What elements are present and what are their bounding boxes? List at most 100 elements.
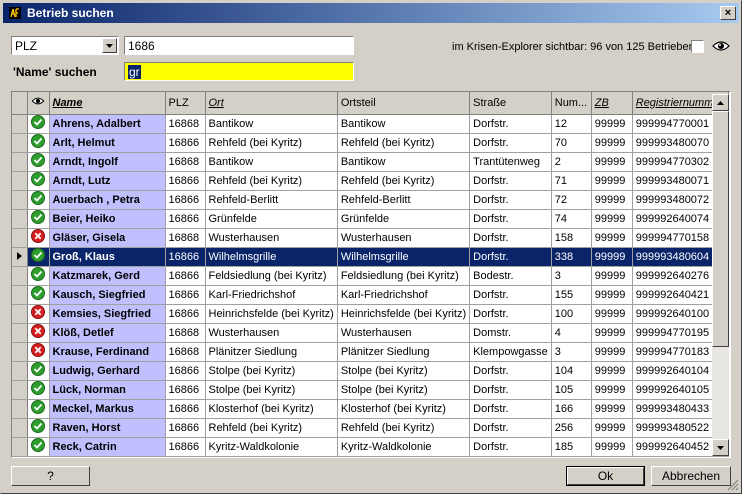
check-circle-icon[interactable] (27, 399, 50, 419)
cell-plz: 16868 (165, 114, 206, 134)
column-header-name[interactable]: Name (49, 92, 166, 115)
column-header-num[interactable]: Num... (551, 92, 592, 115)
column-header-plz[interactable]: PLZ (165, 92, 206, 115)
check-circle-icon[interactable] (27, 361, 50, 381)
table-row[interactable]: Raven, Horst 16866 Rehfeld (bei Kyritz) Reh… (12, 418, 729, 438)
cell-ort: Grünfelde (205, 209, 338, 229)
cell-strasse: Dorfstr. (469, 171, 552, 191)
check-circle-icon[interactable] (27, 285, 50, 305)
column-header-strasse[interactable]: Straße (469, 92, 552, 115)
check-circle-icon[interactable] (27, 190, 50, 210)
cell-ortsteil: Rehfeld-Berlitt (337, 190, 471, 210)
x-circle-icon[interactable] (27, 323, 50, 343)
column-header-ort[interactable]: Ort (205, 92, 338, 115)
table-row[interactable]: Kemsies, Siegfried 16866 Heinrichsfelde (b… (12, 304, 729, 324)
table-row[interactable]: Ahrens, Adalbert 16868 Bantikow Bantikow Dor… (12, 114, 729, 134)
column-header-zb[interactable]: ZB (591, 92, 633, 115)
cell-plz: 16866 (165, 418, 206, 438)
cell-num: 71 (551, 171, 592, 191)
header-visibility[interactable] (27, 92, 50, 115)
name-search-label: 'Name' suchen (13, 65, 97, 79)
window-close-button[interactable]: × (720, 6, 736, 20)
resize-grip-icon[interactable] (727, 479, 739, 491)
check-circle-icon[interactable] (27, 209, 50, 229)
check-circle-icon[interactable] (27, 152, 50, 172)
cell-ortsteil: Plänitzer Siedlung (337, 342, 471, 362)
help-button[interactable]: ? (11, 466, 90, 486)
cell-strasse: Domstr. (469, 323, 552, 343)
cell-plz: 16866 (165, 380, 206, 400)
check-circle-icon[interactable] (27, 171, 50, 191)
table-row[interactable]: Arlt, Helmut 16866 Rehfeld (bei Kyritz) Reh… (12, 133, 729, 153)
vertical-scrollbar[interactable] (712, 94, 729, 456)
table-row[interactable]: Lück, Norman 16866 Stolpe (bei Kyritz) Stol… (12, 380, 729, 400)
check-circle-icon[interactable] (27, 418, 50, 438)
scroll-down-button[interactable] (712, 439, 729, 456)
row-indicator (12, 228, 28, 248)
search-input[interactable]: 1686 (124, 36, 354, 55)
cancel-button[interactable]: Abbrechen (651, 466, 731, 486)
table-row[interactable]: Ludwig, Gerhard 16866 Stolpe (bei Kyritz) S… (12, 361, 729, 381)
check-circle-icon[interactable] (27, 437, 50, 457)
cell-ort: Rehfeld (bei Kyritz) (205, 418, 338, 438)
cell-strasse: Bodestr. (469, 266, 552, 286)
scroll-up-button[interactable] (712, 94, 729, 111)
dialog-window: Betrieb suchen × PLZ 1686 'Name' suchen … (0, 0, 742, 494)
table-row[interactable]: Krause, Ferdinand 16868 Plänitzer Siedlung… (12, 342, 729, 362)
table-row[interactable]: Katzmarek, Gerd 16866 Feldsiedlung (bei Ky… (12, 266, 729, 286)
visibility-checkbox[interactable] (691, 40, 704, 53)
eye-icon[interactable] (712, 39, 730, 53)
cell-num: 105 (551, 380, 592, 400)
cell-strasse: Dorfstr. (469, 209, 552, 229)
cell-zb: 99999 (591, 437, 633, 457)
cell-name: Beier, Heiko (49, 209, 166, 229)
cell-name: Katzmarek, Gerd (49, 266, 166, 286)
x-circle-icon[interactable] (27, 228, 50, 248)
cell-strasse: Dorfstr. (469, 190, 552, 210)
table-row[interactable]: Klöß, Detlef 16868 Wusterhausen Wusterhause… (12, 323, 729, 343)
eye-icon (31, 97, 45, 105)
cell-zb: 99999 (591, 285, 633, 305)
table-row[interactable]: Reck, Catrin 16866 Kyritz-Waldkolonie Kyrit… (12, 437, 729, 457)
arrow-down-icon (717, 445, 724, 450)
column-header-ortsteil[interactable]: Ortsteil (337, 92, 471, 115)
search-field-select[interactable]: PLZ (11, 36, 119, 55)
x-circle-icon[interactable] (27, 304, 50, 324)
cell-name: Klöß, Detlef (49, 323, 166, 343)
table-row[interactable]: Arndt, Lutz 16866 Rehfeld (bei Kyritz) Rehf… (12, 171, 729, 191)
table-row[interactable]: Gläser, Gisela 16868 Wusterhausen Wusterhau… (12, 228, 729, 248)
table-row[interactable]: Beier, Heiko 16866 Grünfelde Grünfelde Dorfs… (12, 209, 729, 229)
cell-num: 100 (551, 304, 592, 324)
row-indicator (12, 114, 28, 134)
cell-strasse: Klempowgasse (469, 342, 552, 362)
cell-ort: Rehfeld (bei Kyritz) (205, 133, 338, 153)
table-row[interactable]: Kausch, Siegfried 16866 Karl-Friedrichshof… (12, 285, 729, 305)
check-circle-icon[interactable] (27, 133, 50, 153)
cell-num: 104 (551, 361, 592, 381)
name-search-input[interactable]: gr (124, 62, 354, 81)
check-circle-icon[interactable] (27, 114, 50, 134)
chevron-down-icon[interactable] (102, 38, 117, 53)
cell-ortsteil: Rehfeld (bei Kyritz) (337, 171, 471, 191)
table-row[interactable]: Auerbach , Petra 16866 Rehfeld-Berlitt Rehf… (12, 190, 729, 210)
header-indicator (12, 92, 28, 115)
ok-button[interactable]: Ok (566, 466, 645, 486)
check-circle-icon[interactable] (27, 266, 50, 286)
table-row[interactable]: Meckel, Markus 16866 Klosterhof (bei Kyrit… (12, 399, 729, 419)
results-table: Name PLZ Ort Ortsteil Straße Num... ZB R… (12, 92, 729, 457)
table-row[interactable]: Arndt, Ingolf 16868 Bantikow Bantikow Trantü… (12, 152, 729, 172)
row-indicator (12, 380, 28, 400)
cell-ort: Wusterhausen (205, 228, 338, 248)
x-circle-icon[interactable] (27, 342, 50, 362)
table-row[interactable]: Groß, Klaus 16866 Wilhelmsgrille Wilhelmsgr… (12, 247, 729, 267)
table-body: Ahrens, Adalbert 16868 Bantikow Bantikow Dor… (12, 114, 729, 457)
check-circle-icon[interactable] (27, 380, 50, 400)
scroll-thumb[interactable] (712, 111, 729, 347)
row-indicator (12, 323, 28, 343)
cell-name: Arlt, Helmut (49, 133, 166, 153)
cell-strasse: Dorfstr. (469, 133, 552, 153)
cell-zb: 99999 (591, 133, 633, 153)
check-circle-icon[interactable] (27, 247, 50, 267)
cell-num: 158 (551, 228, 592, 248)
cell-strasse: Dorfstr. (469, 304, 552, 324)
